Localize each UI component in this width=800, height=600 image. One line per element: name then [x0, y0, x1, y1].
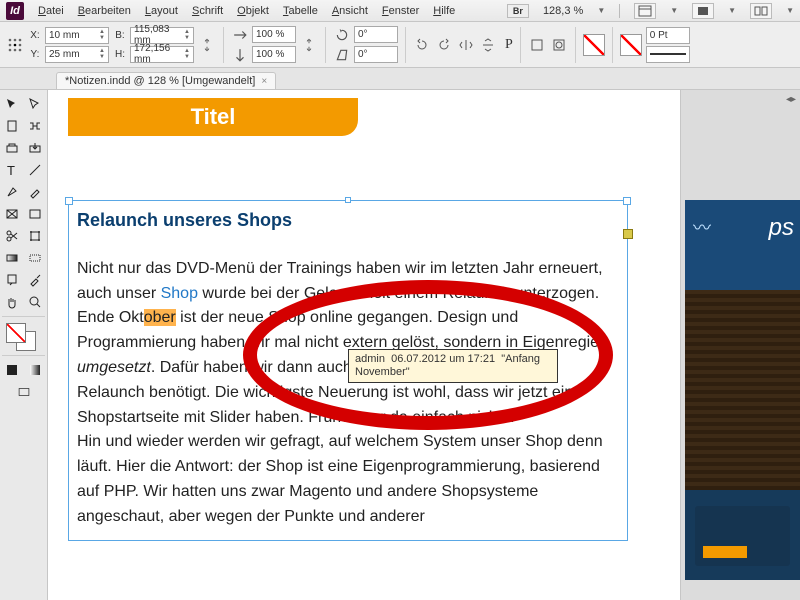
document-tab[interactable]: *Notizen.indd @ 128 % [Umgewandelt] ×: [56, 72, 276, 89]
zoom-tool-icon[interactable]: [25, 292, 46, 312]
menu-bar: Id Datei Bearbeiten Layout Schrift Objek…: [0, 0, 800, 22]
eyedropper-tool-icon[interactable]: [25, 270, 46, 290]
zoom-level[interactable]: 128,3 %: [543, 5, 583, 17]
note-tooltip: admin 06.07.2012 um 17:21 "Anfang Novemb…: [348, 349, 558, 383]
gap-tool-icon[interactable]: [25, 116, 46, 136]
view-mode-toggle-icon[interactable]: [2, 382, 45, 402]
right-panel: ◂▸ 〰 ps: [680, 90, 800, 600]
reference-point-icon[interactable]: [6, 36, 24, 54]
h-label: H:: [113, 49, 127, 60]
gradient-swatch-tool-icon[interactable]: [2, 248, 23, 268]
pencil-tool-icon[interactable]: [25, 182, 46, 202]
view-mode-icon[interactable]: [634, 3, 656, 19]
menu-objekt[interactable]: Objekt: [237, 5, 269, 17]
rectangle-frame-tool-icon[interactable]: [2, 204, 23, 224]
content-collector-icon[interactable]: [2, 138, 23, 158]
stroke-swatch[interactable]: [620, 34, 642, 56]
menu-bearbeiten[interactable]: Bearbeiten: [78, 5, 131, 17]
tab-title: *Notizen.indd @ 128 % [Umgewandelt]: [65, 75, 255, 87]
free-transform-tool-icon[interactable]: [25, 226, 46, 246]
app-logo-icon: Id: [6, 2, 24, 20]
pen-tool-icon[interactable]: [2, 182, 23, 202]
workspace: T Titel Relaunch unseres Shops Nicht: [0, 90, 800, 600]
w-input[interactable]: 115,083 mm▲▼: [130, 27, 194, 44]
x-label: X:: [28, 30, 42, 41]
preview-wave-icon: 〰: [693, 214, 711, 240]
shear-input[interactable]: 0°: [354, 46, 398, 63]
close-icon[interactable]: ×: [261, 76, 267, 87]
note-tool-icon[interactable]: [2, 270, 23, 290]
line-tool-icon[interactable]: [25, 160, 46, 180]
gradient-feather-tool-icon[interactable]: [25, 248, 46, 268]
menu-schrift[interactable]: Schrift: [192, 5, 223, 17]
note-anchor[interactable]: ober: [144, 309, 176, 326]
fill-stroke-swatch[interactable]: [2, 321, 45, 351]
arrange-icon[interactable]: [750, 3, 772, 19]
screen-mode-icon[interactable]: [692, 3, 714, 19]
select-container-icon[interactable]: [528, 36, 546, 54]
article-heading: Relaunch unseres Shops: [77, 207, 619, 235]
y-input[interactable]: 25 mm▲▼: [45, 46, 109, 63]
menu-fenster[interactable]: Fenster: [382, 5, 419, 17]
menu-tabelle[interactable]: Tabelle: [283, 5, 318, 17]
frame-handle-icon[interactable]: [345, 197, 351, 203]
article-paragraph-2: Hin und wieder werden wir gefragt, auf w…: [77, 430, 619, 529]
page-preview: 〰 ps: [685, 200, 800, 580]
select-content-icon[interactable]: [550, 36, 568, 54]
article-paragraph-1: Nicht nur das DVD-Menü der Trainings hab…: [77, 257, 619, 431]
rotate-icon: [333, 26, 351, 44]
rotate-ccw-icon[interactable]: [413, 36, 431, 54]
apply-gradient-icon[interactable]: [25, 360, 46, 380]
svg-text:T: T: [7, 163, 15, 177]
w-label: B:: [113, 30, 127, 41]
shear-icon: [333, 46, 351, 64]
scissors-tool-icon[interactable]: [2, 226, 23, 246]
preview-logo-icon: ps: [769, 214, 794, 242]
menu-layout[interactable]: Layout: [145, 5, 178, 17]
scale-x-icon: [231, 26, 249, 44]
menu-ansicht[interactable]: Ansicht: [332, 5, 368, 17]
rectangle-tool-icon[interactable]: [25, 204, 46, 224]
flip-v-icon[interactable]: [479, 36, 497, 54]
document-canvas[interactable]: Titel Relaunch unseres Shops Nicht nur d…: [48, 90, 680, 600]
stroke-weight-input[interactable]: 0 Pt: [646, 27, 690, 44]
constrain-link-icon[interactable]: [198, 36, 216, 54]
h-input[interactable]: 172,156 mm▲▼: [130, 46, 194, 63]
tool-panel: T: [0, 90, 48, 600]
page-tool-icon[interactable]: [2, 116, 23, 136]
control-bar: X:10 mm▲▼ Y:25 mm▲▼ B:115,083 mm▲▼ H:172…: [0, 22, 800, 68]
rotate-input[interactable]: 0°: [354, 26, 398, 43]
scale-y-icon: [231, 46, 249, 64]
selection-tool-icon[interactable]: [2, 94, 23, 114]
document-tab-bar: *Notizen.indd @ 128 % [Umgewandelt] ×: [0, 68, 800, 90]
hand-tool-icon[interactable]: [2, 292, 23, 312]
menu-hilfe[interactable]: Hilfe: [433, 5, 455, 17]
direct-selection-tool-icon[interactable]: [25, 94, 46, 114]
type-tool-icon[interactable]: T: [2, 160, 23, 180]
panel-collapse-icon[interactable]: ◂▸: [786, 94, 796, 105]
apply-color-icon[interactable]: [2, 360, 23, 380]
shop-link[interactable]: Shop: [161, 285, 198, 302]
note-datetime: 06.07.2012 um 17:21: [391, 353, 495, 365]
stroke-style-input[interactable]: [646, 46, 690, 63]
menu-datei[interactable]: Datei: [38, 5, 64, 17]
note-author: admin: [355, 353, 385, 365]
y-label: Y:: [28, 49, 42, 60]
scale-y-input[interactable]: 100 %: [252, 46, 296, 63]
scale-x-input[interactable]: 100 %: [252, 26, 296, 43]
x-input[interactable]: 10 mm▲▼: [45, 27, 109, 44]
bridge-button[interactable]: Br: [507, 4, 529, 18]
constrain-scale-icon[interactable]: [300, 36, 318, 54]
live-corner-handle-icon[interactable]: [623, 229, 633, 239]
title-banner: Titel: [68, 98, 358, 136]
content-placer-icon[interactable]: [25, 138, 46, 158]
flip-h-icon[interactable]: [457, 36, 475, 54]
rotate-cw-icon[interactable]: [435, 36, 453, 54]
fill-swatch[interactable]: [583, 34, 605, 56]
